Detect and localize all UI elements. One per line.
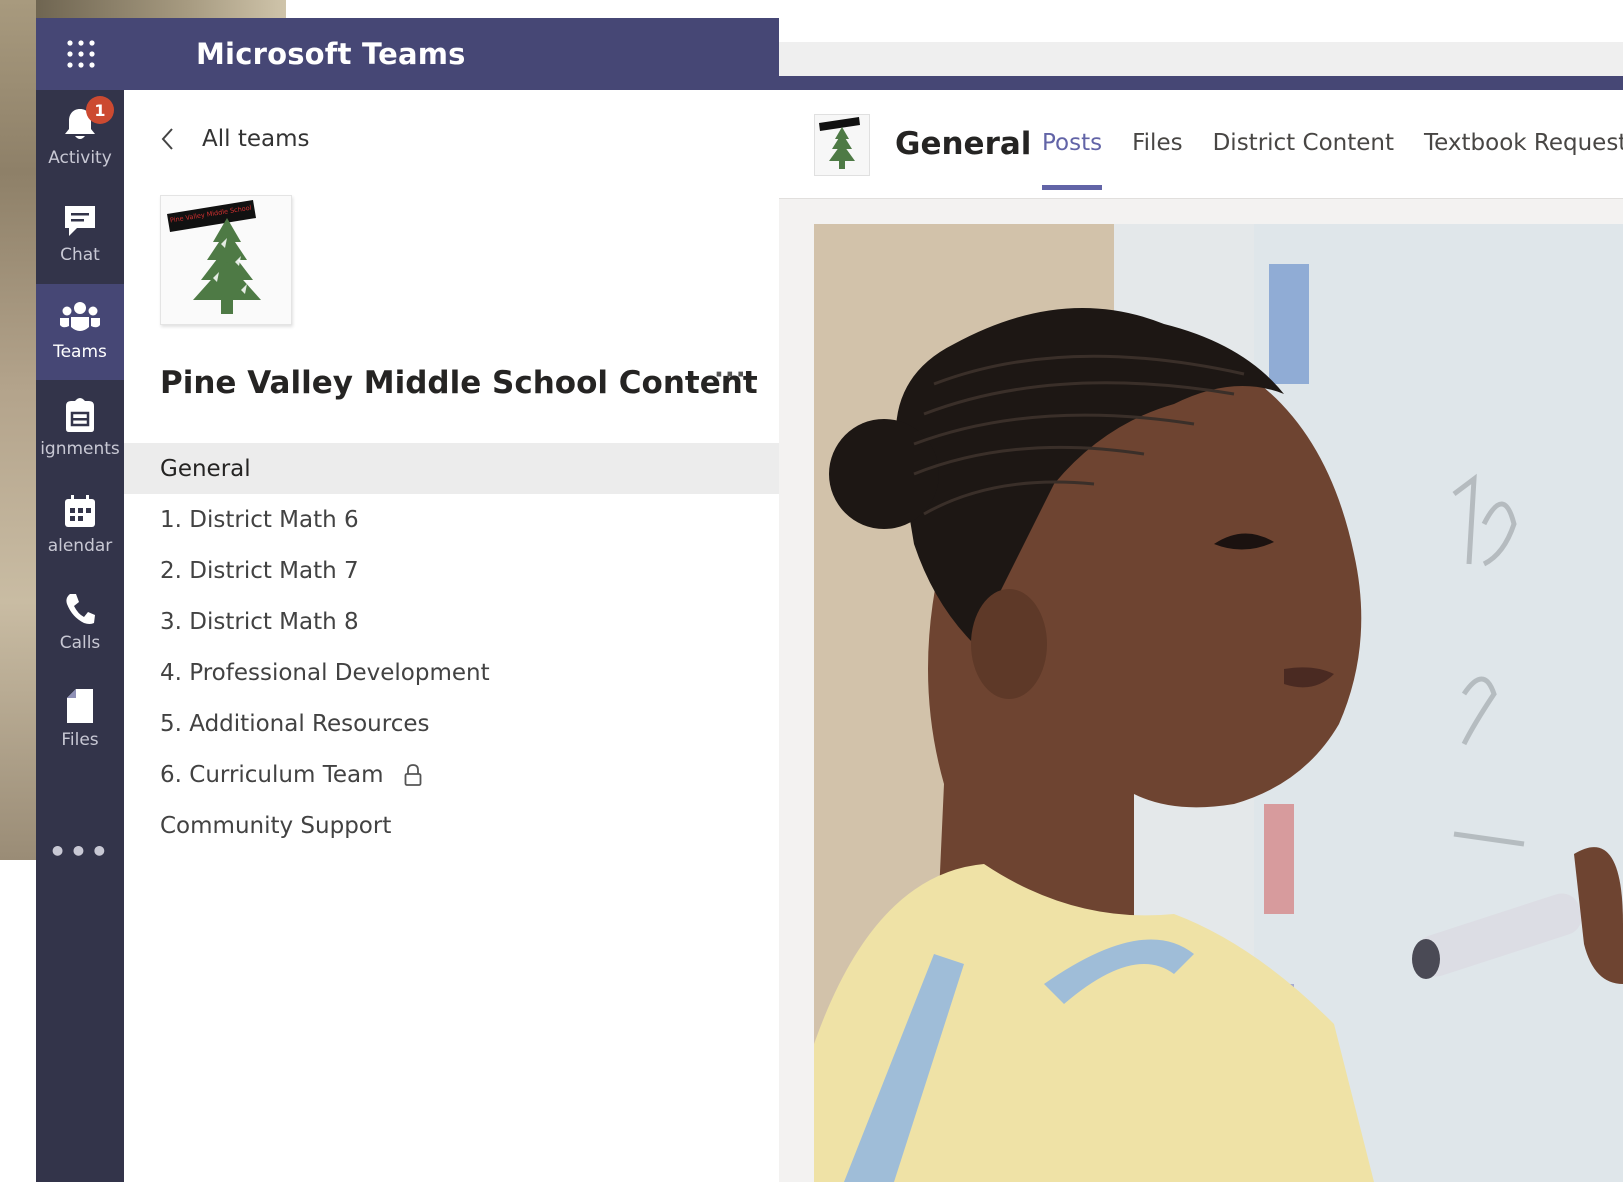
channel-tabs: Posts Files District Content Textbook Re… <box>1042 130 1623 190</box>
rail-item-assignments[interactable]: ignments <box>36 381 124 477</box>
channel-item[interactable]: Community Support <box>124 800 779 851</box>
channel-label: General <box>160 455 251 482</box>
chat-icon <box>65 206 95 236</box>
channel-label: 5. Additional Resources <box>160 710 430 737</box>
hero-image <box>814 224 1623 1182</box>
channel-label: 3. District Math 8 <box>160 608 359 635</box>
channel-item[interactable]: 2. District Math 7 <box>124 545 779 596</box>
assignments-icon <box>66 398 94 432</box>
channel-item[interactable]: General <box>124 443 779 494</box>
phone-icon <box>66 594 95 624</box>
channel-item[interactable]: 5. Additional Resources <box>124 698 779 749</box>
tab-district-content[interactable]: District Content <box>1213 130 1394 156</box>
app-launcher-icon[interactable] <box>36 18 126 90</box>
rail-item-files[interactable]: Files <box>36 672 124 768</box>
rail-item-calendar[interactable]: alendar <box>36 478 124 574</box>
channel-label: 4. Professional Development <box>160 659 490 686</box>
channel-item[interactable]: 1. District Math 6 <box>124 494 779 545</box>
all-teams-link[interactable]: All teams <box>160 126 309 152</box>
channel-label: Community Support <box>160 812 392 839</box>
channel-label: 2. District Math 7 <box>160 557 359 584</box>
channel-header: General Posts Files District Content Tex… <box>779 90 1623 199</box>
rail-item-teams[interactable]: Teams <box>36 284 124 380</box>
channel-list: General 1. District Math 6 2. District M… <box>124 443 779 851</box>
team-logo[interactable]: Pine Valley Middle School <box>160 195 292 325</box>
channel-title: General <box>895 126 1032 162</box>
chevron-left-icon <box>160 127 176 151</box>
notification-badge: 1 <box>86 96 114 124</box>
team-name: Pine Valley Middle School Content <box>160 365 758 401</box>
more-apps-icon[interactable]: ••• <box>36 835 124 868</box>
channel-item[interactable]: 3. District Math 8 <box>124 596 779 647</box>
channel-team-icon <box>814 114 870 176</box>
rail-item-calls[interactable]: Calls <box>36 575 124 671</box>
rail-item-chat[interactable]: Chat <box>36 187 124 283</box>
file-icon <box>67 689 93 723</box>
channel-item[interactable]: 6. Curriculum Team <box>124 749 779 800</box>
calendar-icon <box>65 495 95 527</box>
teams-icon <box>60 302 100 331</box>
app-title-bar: Microsoft Teams <box>36 18 779 90</box>
channel-item[interactable]: 4. Professional Development <box>124 647 779 698</box>
lock-icon <box>404 763 422 786</box>
team-more-options-icon[interactable]: ··· <box>714 360 747 390</box>
app-title: Microsoft Teams <box>196 37 466 71</box>
all-teams-label: All teams <box>202 126 310 152</box>
tab-files[interactable]: Files <box>1132 130 1182 156</box>
tab-posts[interactable]: Posts <box>1042 130 1103 190</box>
rail-item-activity[interactable]: 1 Activity <box>36 90 124 186</box>
channel-content: General Posts Files District Content Tex… <box>779 90 1623 1182</box>
app-rail: 1 Activity Chat Teams ignments alendar C… <box>36 90 124 1182</box>
channel-label: 6. Curriculum Team <box>160 761 384 788</box>
title-bar-extension <box>779 42 1623 90</box>
team-panel: All teams Pine Valley Middle School Pine… <box>124 90 779 1182</box>
channel-label: 1. District Math 6 <box>160 506 359 533</box>
background-photo <box>36 0 286 18</box>
tab-textbook-request[interactable]: Textbook Request <box>1424 130 1623 156</box>
